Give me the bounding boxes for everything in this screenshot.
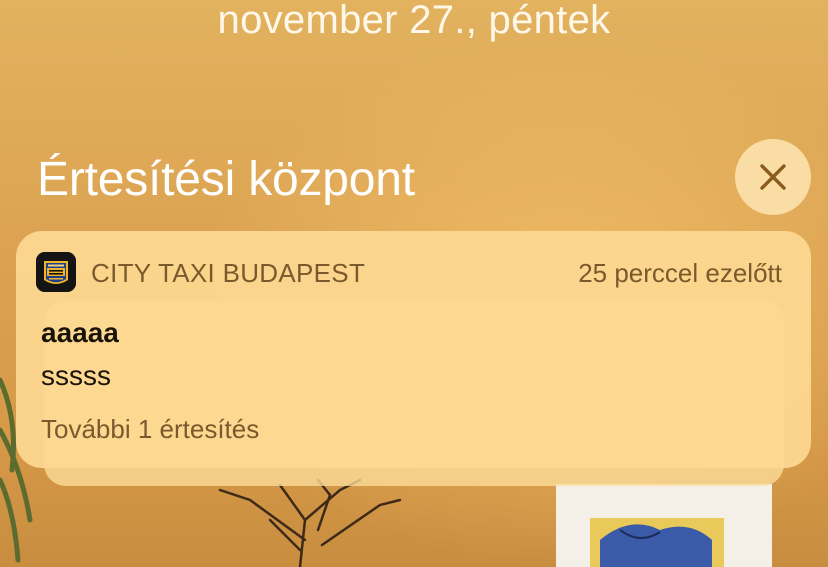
close-x-icon [760, 164, 786, 190]
notification-body: sssss [41, 360, 111, 391]
branches [218, 478, 402, 567]
notification-card[interactable]: CITY TAXI BUDAPEST 25 perccel ezelőtt aa… [16, 231, 811, 468]
city-taxi-app-icon [36, 252, 76, 292]
notification-center-title: Értesítési központ [37, 153, 415, 206]
notification-app-name: CITY TAXI BUDAPEST [91, 258, 366, 288]
lockscreen-date: november 27., péntek [217, 0, 611, 42]
notification-title: aaaaa [41, 317, 119, 348]
close-button[interactable] [735, 139, 811, 215]
notification-timestamp: 25 perccel ezelőtt [578, 258, 782, 288]
more-notifications-label: További 1 értesítés [41, 414, 260, 444]
picture-frame [556, 484, 772, 567]
